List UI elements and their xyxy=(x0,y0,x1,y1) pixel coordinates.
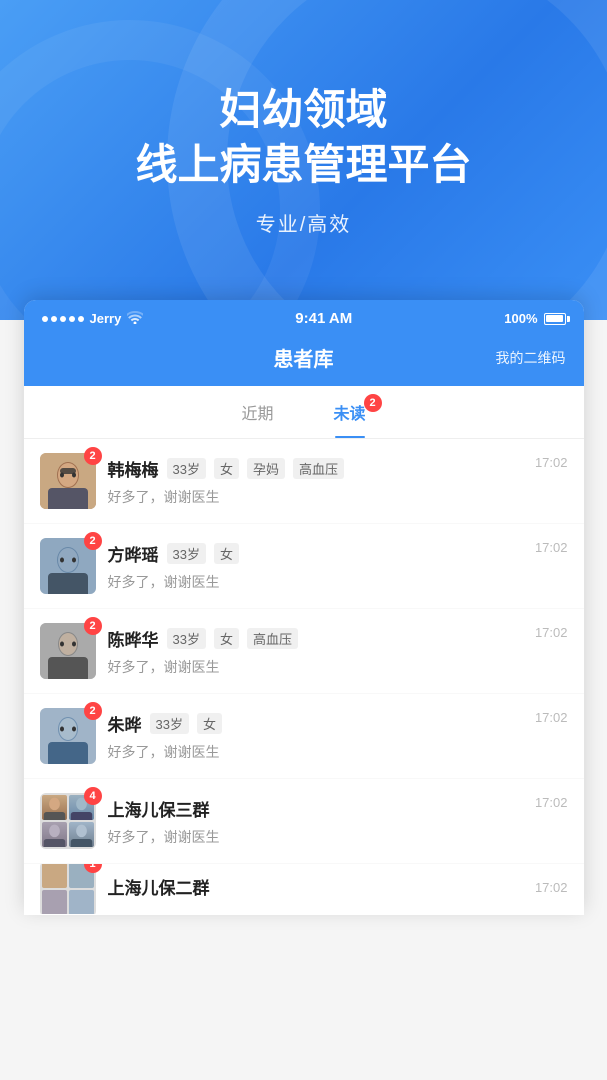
battery-fill xyxy=(546,315,563,322)
patient-tags-row: 方晔瑶 33岁 女 xyxy=(108,541,523,566)
status-time: 9:41 AM xyxy=(295,310,352,327)
unread-badge: 2 xyxy=(84,702,102,720)
patient-info: 韩梅梅 33岁 女 孕妈 高血压 好多了，谢谢医生 xyxy=(108,456,523,507)
patient-time: 17:02 xyxy=(535,793,568,810)
wifi-icon xyxy=(127,311,143,327)
hero-section: 妇幼领域 线上病患管理平台 专业/高效 xyxy=(0,0,607,320)
patient-info: 朱晔 33岁 女 好多了，谢谢医生 xyxy=(108,711,523,762)
nav-title: 患者库 xyxy=(112,343,496,372)
avatar-wrap: 2 xyxy=(40,708,96,764)
phone-frame: Jerry 9:41 AM 100% 患者库 我的二维码 xyxy=(24,300,584,915)
patient-name: 方晔瑶 xyxy=(108,541,159,566)
patient-time: 17:02 xyxy=(535,878,568,895)
status-right: 100% xyxy=(504,311,565,326)
patient-tag-gender: 女 xyxy=(197,713,222,734)
unread-badge: 2 xyxy=(84,532,102,550)
table-row[interactable]: 2 朱晔 33岁 女 好多了，谢谢医生 17:02 xyxy=(24,694,584,778)
nav-qr-button[interactable]: 我的二维码 xyxy=(496,348,566,368)
patient-tag-condition: 高血压 xyxy=(247,628,298,649)
patient-info: 上海儿保二群 xyxy=(108,874,523,905)
battery-body xyxy=(544,313,566,325)
carrier-name: Jerry xyxy=(90,311,122,326)
unread-badge: 4 xyxy=(84,787,102,805)
patient-info: 陈晔华 33岁 女 高血压 好多了，谢谢医生 xyxy=(108,626,523,677)
patient-info: 方晔瑶 33岁 女 好多了，谢谢医生 xyxy=(108,541,523,592)
patient-message: 好多了，谢谢医生 xyxy=(108,742,523,762)
unread-tab-badge: 2 xyxy=(364,394,382,412)
patient-name: 朱晔 xyxy=(108,711,142,736)
patient-message: 好多了，谢谢医生 xyxy=(108,657,523,677)
signal-dot-4 xyxy=(69,316,75,322)
table-row[interactable]: 2 陈晔华 33岁 女 高血压 好多了，谢谢医生 17:02 xyxy=(24,609,584,693)
patient-list: 2 韩梅梅 33岁 女 孕妈 高血压 好多了，谢谢医生 17:02 xyxy=(24,439,584,914)
nav-bar: 患者库 我的二维码 xyxy=(24,333,584,386)
avatar-wrap: 4 xyxy=(40,793,96,849)
hero-title: 妇幼领域 线上病患管理平台 xyxy=(135,83,471,192)
patient-name: 上海儿保三群 xyxy=(108,796,210,821)
signal-dot-2 xyxy=(51,316,57,322)
patient-tags-row: 韩梅梅 33岁 女 孕妈 高血压 xyxy=(108,456,523,481)
avatar-wrap: 2 xyxy=(40,623,96,679)
patient-tag-age: 33岁 xyxy=(167,543,206,564)
unread-badge: 2 xyxy=(84,617,102,635)
tab-unread[interactable]: 未读 2 xyxy=(304,386,396,438)
table-row[interactable]: 4 上海儿保三群 好多了，谢谢医生 17:02 xyxy=(24,779,584,863)
patient-tags-row: 陈晔华 33岁 女 高血压 xyxy=(108,626,523,651)
patient-message: 好多了，谢谢医生 xyxy=(108,487,523,507)
table-row[interactable]: 2 韩梅梅 33岁 女 孕妈 高血压 好多了，谢谢医生 17:02 xyxy=(24,439,584,523)
status-left: Jerry xyxy=(42,311,144,327)
group-avatar-cell-3 xyxy=(42,822,67,847)
patient-name: 韩梅梅 xyxy=(108,456,159,481)
patient-message: 好多了，谢谢医生 xyxy=(108,572,523,592)
patient-tag-gender: 女 xyxy=(214,543,239,564)
patient-time: 17:02 xyxy=(535,538,568,555)
avatar-wrap: 1 xyxy=(40,864,96,914)
signal-dot-5 xyxy=(78,316,84,322)
group-avatar-cell-1 xyxy=(42,795,67,820)
group-avatar-cell-4 xyxy=(69,822,94,847)
battery-percent: 100% xyxy=(504,311,537,326)
patient-tag-gender: 女 xyxy=(214,628,239,649)
patient-tag-age: 33岁 xyxy=(150,713,189,734)
tab-recent[interactable]: 近期 xyxy=(211,386,303,438)
patient-message: 好多了，谢谢医生 xyxy=(108,827,523,847)
signal-dots xyxy=(42,316,84,322)
patient-tag-condition: 高血压 xyxy=(293,458,344,479)
avatar-wrap: 2 xyxy=(40,453,96,509)
tabs-container: 近期 未读 2 xyxy=(24,386,584,439)
patient-name: 陈晔华 xyxy=(108,626,159,651)
avatar-wrap: 2 xyxy=(40,538,96,594)
patient-tags-row: 上海儿保二群 xyxy=(108,874,523,899)
patient-tags-row: 上海儿保三群 xyxy=(108,796,523,821)
signal-dot-1 xyxy=(42,316,48,322)
battery-icon xyxy=(544,313,566,325)
patient-info: 上海儿保三群 好多了，谢谢医生 xyxy=(108,796,523,847)
patient-name: 上海儿保二群 xyxy=(108,874,210,899)
status-bar: Jerry 9:41 AM 100% xyxy=(24,300,584,333)
table-row[interactable]: 2 方晔瑶 33岁 女 好多了，谢谢医生 17:02 xyxy=(24,524,584,608)
signal-dot-3 xyxy=(60,316,66,322)
hero-subtitle: 专业/高效 xyxy=(256,208,352,237)
patient-time: 17:02 xyxy=(535,623,568,640)
unread-badge: 2 xyxy=(84,447,102,465)
patient-time: 17:02 xyxy=(535,708,568,725)
patient-tags-row: 朱晔 33岁 女 xyxy=(108,711,523,736)
patient-tag-gender: 女 xyxy=(214,458,239,479)
patient-time: 17:02 xyxy=(535,453,568,470)
table-row[interactable]: 1 上海儿保二群 17:02 xyxy=(24,864,584,914)
patient-tag-preg: 孕妈 xyxy=(247,458,285,479)
patient-tag-age: 33岁 xyxy=(167,628,206,649)
patient-tag-age: 33岁 xyxy=(167,458,206,479)
